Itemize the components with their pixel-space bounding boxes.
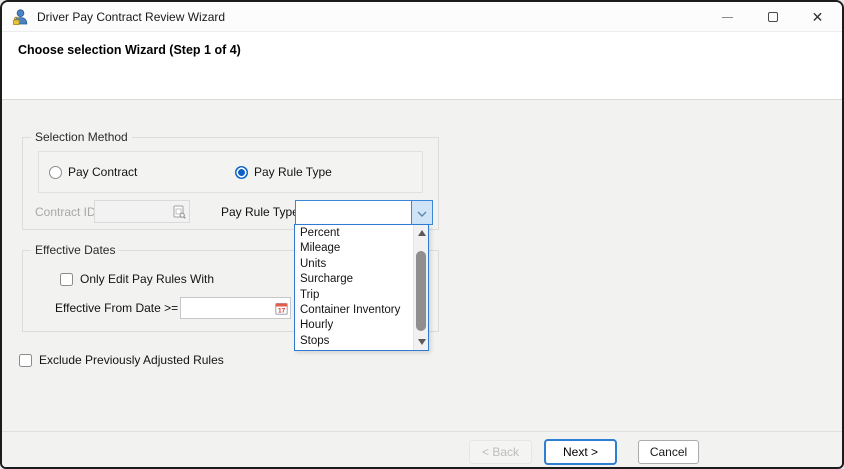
chevron-down-icon: [417, 204, 427, 222]
dropdown-item[interactable]: Surcharge: [295, 272, 412, 287]
pay-rule-type-field-label: Pay Rule Type: [221, 205, 299, 219]
window-title: Driver Pay Contract Review Wizard: [37, 10, 225, 24]
exclude-previously-adjusted-checkbox[interactable]: Exclude Previously Adjusted Rules: [19, 353, 224, 367]
magnifier-document-icon: [173, 205, 186, 219]
cancel-button[interactable]: Cancel: [638, 440, 699, 464]
pay-rule-type-dropdown: PercentMileageUnitsSurchargeTripContaine…: [294, 224, 429, 351]
selection-method-group: Selection Method Pay Contract Pay Rule T…: [22, 137, 439, 230]
close-icon: ✕: [812, 10, 824, 24]
titlebar: Driver Pay Contract Review Wizard ✕: [2, 2, 842, 32]
only-edit-pay-rules-checkbox[interactable]: Only Edit Pay Rules With: [60, 272, 214, 286]
maximize-icon: [768, 12, 778, 22]
wizard-header: Choose selection Wizard (Step 1 of 4): [2, 32, 842, 100]
pay-rule-type-label: Pay Rule Type: [254, 165, 332, 179]
calendar-icon[interactable]: 17: [275, 302, 288, 315]
minimize-icon: [722, 17, 733, 18]
scroll-down-button[interactable]: [414, 335, 429, 349]
effective-dates-legend: Effective Dates: [31, 243, 119, 258]
pay-contract-radio[interactable]: Pay Contract: [49, 165, 137, 179]
pay-contract-label: Pay Contract: [68, 165, 137, 179]
svg-text:17: 17: [278, 308, 286, 315]
dropdown-item[interactable]: Container Inventory: [295, 303, 412, 318]
driver-pay-wizard-window: Driver Pay Contract Review Wizard ✕ Choo…: [0, 0, 844, 469]
exclude-previously-adjusted-label: Exclude Previously Adjusted Rules: [39, 353, 224, 367]
next-button[interactable]: Next >: [544, 439, 617, 465]
wizard-step-title: Choose selection Wizard (Step 1 of 4): [2, 32, 842, 57]
scroll-up-icon: [418, 230, 426, 236]
person-lock-app-icon: [11, 8, 29, 26]
effective-from-date-input[interactable]: [181, 298, 290, 318]
scroll-up-button[interactable]: [414, 226, 429, 240]
checkbox-icon: [60, 273, 73, 286]
effective-from-date-field: 17: [180, 297, 291, 319]
pay-rule-type-radio[interactable]: Pay Rule Type: [235, 165, 332, 179]
contract-id-label: Contract ID: [35, 205, 96, 219]
dropdown-item[interactable]: Units: [295, 257, 412, 272]
selection-method-legend: Selection Method: [31, 130, 132, 145]
maximize-button[interactable]: [750, 2, 795, 32]
radio-icon: [235, 166, 248, 179]
pay-rule-type-input[interactable]: [296, 201, 412, 224]
dropdown-item[interactable]: Percent: [295, 226, 412, 241]
combo-dropdown-button[interactable]: [411, 201, 432, 224]
checkbox-icon: [19, 354, 32, 367]
scroll-down-icon: [418, 339, 426, 345]
window-controls: ✕: [705, 2, 840, 32]
dropdown-list: PercentMileageUnitsSurchargeTripContaine…: [295, 226, 412, 349]
close-button[interactable]: ✕: [795, 2, 840, 32]
selection-radio-panel: Pay Contract Pay Rule Type: [38, 151, 423, 193]
wizard-content: Selection Method Pay Contract Pay Rule T…: [2, 100, 842, 431]
scrollbar-thumb[interactable]: [416, 251, 426, 331]
effective-from-date-label: Effective From Date >=: [55, 301, 178, 315]
back-button[interactable]: < Back: [469, 440, 532, 464]
wizard-footer: < Back Next > Cancel: [2, 431, 842, 467]
dropdown-item[interactable]: Hourly: [295, 318, 412, 333]
dropdown-scrollbar[interactable]: [413, 225, 428, 350]
pay-rule-type-combobox[interactable]: [295, 200, 433, 225]
contract-id-field: [94, 200, 190, 223]
only-edit-pay-rules-label: Only Edit Pay Rules With: [80, 272, 214, 286]
minimize-button[interactable]: [705, 2, 750, 32]
dropdown-item[interactable]: Stops: [295, 334, 412, 349]
dropdown-item[interactable]: Trip: [295, 288, 412, 303]
dropdown-item[interactable]: Mileage: [295, 241, 412, 256]
radio-icon: [49, 166, 62, 179]
